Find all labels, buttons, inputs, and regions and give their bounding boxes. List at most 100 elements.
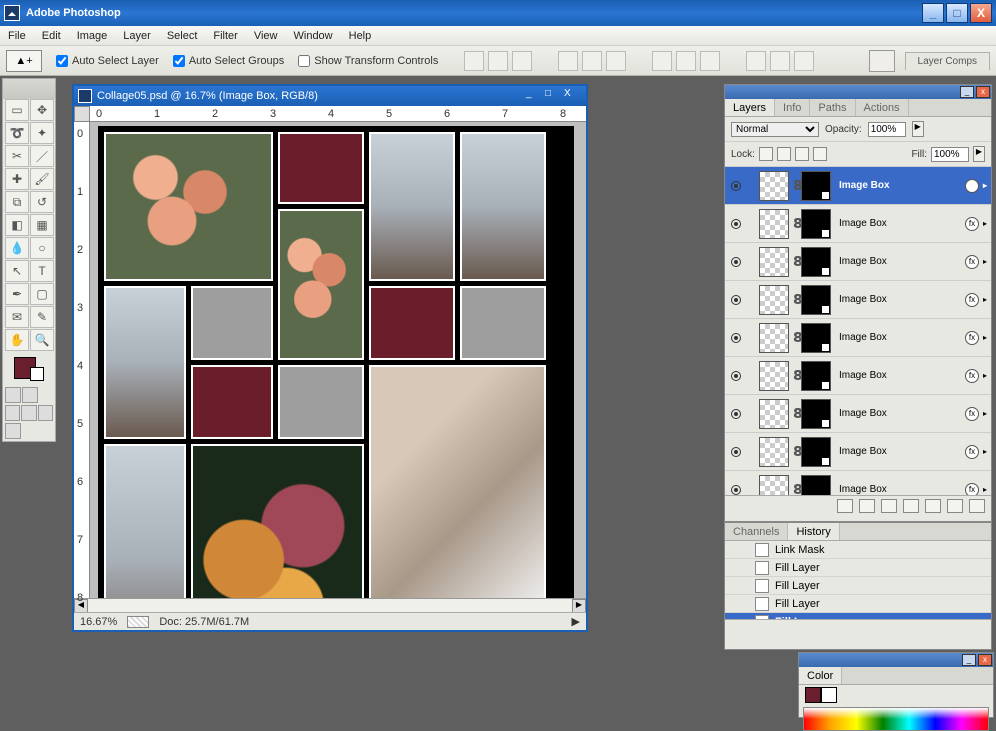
panel-minimize-button[interactable]: _ xyxy=(960,86,974,98)
layer-comps-tab[interactable]: Layer Comps xyxy=(905,52,990,70)
eraser-tool-icon[interactable]: ◧ xyxy=(5,214,29,236)
scroll-right-icon[interactable]: ▶ xyxy=(572,599,586,613)
new-layer-icon[interactable] xyxy=(947,499,963,513)
delete-layer-icon[interactable] xyxy=(969,499,985,513)
channels-tab[interactable]: Channels xyxy=(725,523,788,540)
collage-cell[interactable] xyxy=(369,132,455,281)
blend-mode-select[interactable]: Normal xyxy=(731,122,819,137)
quickmask-mode-icon[interactable] xyxy=(22,387,38,403)
collage-cell[interactable] xyxy=(278,209,364,360)
standard-mode-icon[interactable] xyxy=(5,387,21,403)
align-left-icon[interactable] xyxy=(558,51,578,71)
chevron-right-icon[interactable]: ▸ xyxy=(983,257,987,266)
layer-name[interactable]: Image Box xyxy=(835,370,961,381)
distribute-hcenter-icon[interactable] xyxy=(770,51,790,71)
align-bottom-icon[interactable] xyxy=(512,51,532,71)
collage-cell[interactable] xyxy=(191,444,364,598)
history-item[interactable]: Link Mask xyxy=(725,541,991,559)
distribute-left-icon[interactable] xyxy=(746,51,766,71)
color-foreground-swatch[interactable] xyxy=(805,687,821,703)
distribute-right-icon[interactable] xyxy=(794,51,814,71)
document-titlebar[interactable]: Collage05.psd @ 16.7% (Image Box, RGB/8)… xyxy=(74,86,586,106)
menu-window[interactable]: Window xyxy=(294,30,333,42)
layer-row[interactable]: 𝟴Image Boxfx▸ xyxy=(725,357,991,395)
toolbox-header[interactable] xyxy=(3,79,55,99)
status-arrow-icon[interactable]: ▶ xyxy=(572,615,580,628)
notes-tool-icon[interactable]: ✉ xyxy=(5,306,29,328)
layer-row[interactable]: 𝟴Image Boxfx▸ xyxy=(725,395,991,433)
layer-style-icon[interactable] xyxy=(859,499,875,513)
screen-standard-icon[interactable] xyxy=(5,405,20,421)
chevron-right-icon[interactable]: ▸ xyxy=(983,295,987,304)
panel-titlebar[interactable]: _ x xyxy=(799,653,993,667)
distribute-bottom-icon[interactable] xyxy=(700,51,720,71)
visibility-eye-icon[interactable] xyxy=(729,179,743,193)
color-ramp[interactable] xyxy=(803,707,989,731)
palette-well-icon[interactable] xyxy=(869,50,895,72)
layer-mask-thumbnail[interactable] xyxy=(801,209,831,239)
screen-full-menubar-icon[interactable] xyxy=(21,405,36,421)
history-item[interactable]: Fill Layer xyxy=(725,595,991,613)
menu-help[interactable]: Help xyxy=(349,30,372,42)
align-vcenter-icon[interactable] xyxy=(488,51,508,71)
hand-tool-icon[interactable]: ✋ xyxy=(5,329,29,351)
layer-row[interactable]: 𝟴Image Boxfx▸ xyxy=(725,433,991,471)
distribute-top-icon[interactable] xyxy=(652,51,672,71)
history-list[interactable]: Link MaskFill LayerFill LayerFill LayerF… xyxy=(725,541,991,619)
panel-close-button[interactable]: x xyxy=(978,654,992,666)
layer-mask-thumbnail[interactable] xyxy=(801,285,831,315)
layer-effects-icon[interactable]: fx xyxy=(965,483,979,496)
layer-row[interactable]: 𝟴Image Boxfx▸ xyxy=(725,471,991,495)
align-hcenter-icon[interactable] xyxy=(582,51,602,71)
align-right-icon[interactable] xyxy=(606,51,626,71)
shape-tool-icon[interactable]: ▢ xyxy=(30,283,54,305)
auto-select-layer-checkbox[interactable]: Auto Select Layer xyxy=(56,55,159,67)
layer-effects-icon[interactable]: fx xyxy=(965,445,979,459)
collage-cell[interactable] xyxy=(104,286,186,439)
menu-filter[interactable]: Filter xyxy=(213,30,237,42)
menu-image[interactable]: Image xyxy=(77,30,108,42)
align-top-icon[interactable] xyxy=(464,51,484,71)
layer-effects-icon[interactable]: fx xyxy=(965,293,979,307)
pen-tool-icon[interactable]: ✒ xyxy=(5,283,29,305)
layer-mask-thumbnail[interactable] xyxy=(801,437,831,467)
panel-minimize-button[interactable]: _ xyxy=(962,654,976,666)
info-tab[interactable]: Info xyxy=(775,99,810,116)
ruler-horizontal[interactable]: 0 1 2 3 4 5 6 7 8 xyxy=(90,106,586,122)
crop-tool-icon[interactable]: ✂ xyxy=(5,145,29,167)
layer-mask-thumbnail[interactable] xyxy=(801,247,831,277)
lock-transparency-icon[interactable] xyxy=(759,147,773,161)
collage-cell[interactable] xyxy=(460,286,546,360)
close-button[interactable]: X xyxy=(970,3,992,23)
paths-tab[interactable]: Paths xyxy=(810,99,855,116)
doc-minimize-button[interactable]: _ xyxy=(526,88,544,104)
lasso-tool-icon[interactable]: ➰ xyxy=(5,122,29,144)
collage-cell[interactable] xyxy=(104,132,273,281)
panel-titlebar[interactable]: _ x xyxy=(725,85,991,99)
layer-name[interactable]: Image Box xyxy=(835,294,961,305)
chevron-right-icon[interactable]: ▸ xyxy=(983,447,987,456)
layer-row[interactable]: 𝟴Image Boxfx▸ xyxy=(725,243,991,281)
layer-list[interactable]: 𝟴Image Boxfx▸𝟴Image Boxfx▸𝟴Image Boxfx▸𝟴… xyxy=(725,167,991,495)
layer-mask-thumbnail[interactable] xyxy=(801,475,831,496)
fill-input[interactable] xyxy=(931,147,969,162)
doc-size-readout[interactable]: Doc: 25.7M/61.7M xyxy=(159,616,249,628)
wand-tool-icon[interactable]: ✦ xyxy=(30,122,54,144)
chevron-right-icon[interactable]: ▸ xyxy=(983,219,987,228)
minimize-button[interactable]: _ xyxy=(922,3,944,23)
lock-pixels-icon[interactable] xyxy=(777,147,791,161)
visibility-eye-icon[interactable] xyxy=(729,483,743,496)
chevron-right-icon[interactable]: ▸ xyxy=(983,409,987,418)
layer-effects-icon[interactable]: fx xyxy=(965,179,979,193)
doc-close-button[interactable]: X xyxy=(564,88,582,104)
layer-effects-icon[interactable]: fx xyxy=(965,255,979,269)
collage-cell[interactable] xyxy=(278,365,364,439)
opacity-input[interactable] xyxy=(868,122,906,137)
layer-mask-thumbnail[interactable] xyxy=(801,399,831,429)
imageready-icon[interactable] xyxy=(5,423,21,439)
layer-row[interactable]: 𝟴Image Boxfx▸ xyxy=(725,167,991,205)
layer-mask-icon[interactable] xyxy=(881,499,897,513)
layer-effects-icon[interactable]: fx xyxy=(965,331,979,345)
eyedropper-tool-icon[interactable]: ✎ xyxy=(30,306,54,328)
menu-edit[interactable]: Edit xyxy=(42,30,61,42)
